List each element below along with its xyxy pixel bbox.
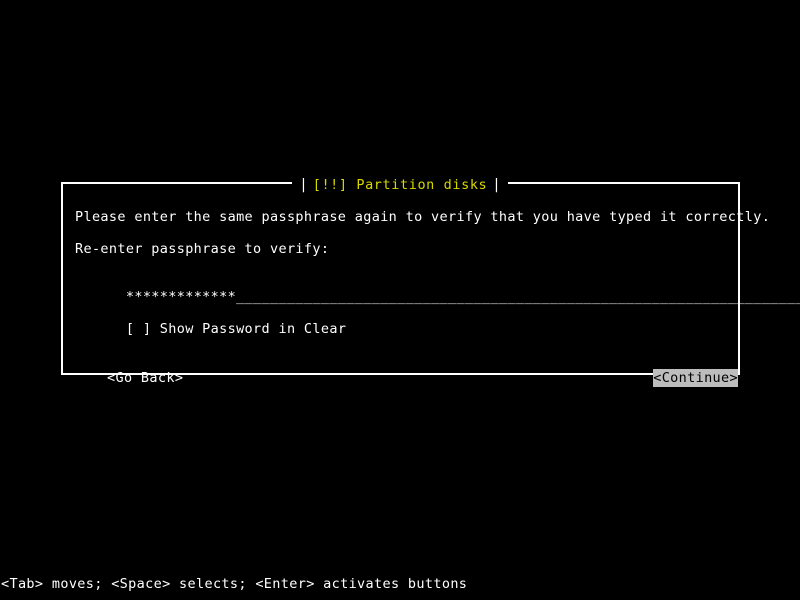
go-back-button[interactable]: <Go Back> bbox=[107, 369, 183, 387]
passphrase-field-label: Re-enter passphrase to verify: bbox=[75, 241, 330, 257]
passphrase-input-value: *************___________________________… bbox=[125, 289, 800, 305]
partition-disks-dialog: Please enter the same passphrase again t… bbox=[61, 182, 800, 387]
dialog-button-row: <Go Back> <Continue> bbox=[75, 337, 738, 419]
keyboard-help-bar: <Tab> moves; <Space> selects; <Enter> ac… bbox=[1, 576, 468, 592]
prompt-text: Please enter the same passphrase again t… bbox=[75, 209, 771, 225]
installer-screen: Please enter the same passphrase again t… bbox=[0, 0, 800, 600]
continue-button[interactable]: <Continue> bbox=[653, 369, 738, 387]
show-password-checkbox-label: [ ] Show Password in Clear bbox=[125, 321, 347, 337]
